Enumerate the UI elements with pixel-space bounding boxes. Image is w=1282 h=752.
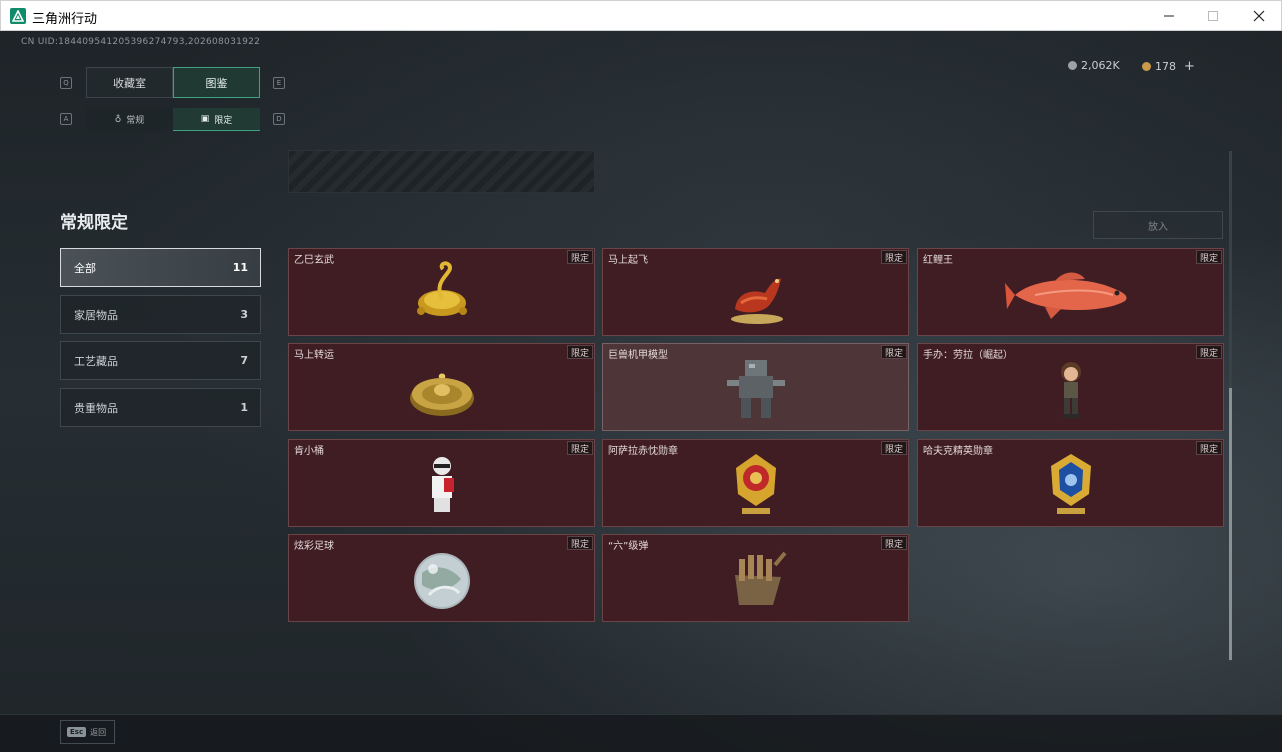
gold-coin-icon (1142, 62, 1151, 71)
tab-regular-label: 常规 (126, 116, 145, 126)
red-carp-icon (1004, 272, 1127, 319)
item-name: 马上起飞 (608, 255, 648, 266)
category-label: 工艺藏品 (74, 354, 118, 368)
gold-turtle-snake-icon (416, 261, 467, 316)
key-hint-e: E (273, 77, 285, 89)
silver-coin-icon (1068, 61, 1077, 70)
flame-icon: ♁ (114, 114, 122, 125)
limited-badge: 限定 (881, 345, 907, 359)
item-card[interactable]: 乙巳玄武 限定 (288, 248, 595, 336)
section-title: 常规限定 (60, 213, 128, 233)
item-card[interactable]: 马上起飞 限定 (602, 248, 909, 336)
category-count: 1 (240, 401, 248, 414)
window-title: 三角洲行动 (32, 12, 98, 27)
tab-catalog[interactable]: 图鉴 (173, 67, 260, 98)
category-label: 全部 (74, 261, 96, 275)
item-card[interactable]: “六”级弹 限定 (602, 534, 909, 622)
item-card[interactable]: 巨兽机甲模型 限定 (602, 343, 909, 431)
red-medal-icon (735, 454, 776, 514)
maximize-icon (1208, 11, 1218, 21)
key-hint-q: Q (60, 77, 72, 89)
minimize-icon (1164, 15, 1174, 17)
tab-regular[interactable]: ♁ 常规 (86, 108, 173, 131)
item-name: “六”级弹 (608, 541, 649, 552)
close-icon (1253, 10, 1265, 22)
category-all[interactable]: 全部 11 (60, 248, 261, 287)
currency-silver-value: 2,062K (1081, 59, 1120, 72)
scrollbar[interactable] (1229, 151, 1232, 661)
item-name: 肯小桶 (294, 446, 324, 457)
window-titlebar: 三角洲行动 (0, 0, 1282, 31)
item-name: 阿萨拉赤忱勋章 (608, 446, 678, 457)
item-name: 炫彩足球 (294, 541, 334, 552)
category-count: 3 (240, 308, 248, 321)
category-home[interactable]: 家居物品 3 (60, 295, 261, 334)
limited-badge: 限定 (1196, 441, 1222, 455)
frame-icon: ▣ (200, 114, 210, 124)
blue-medal-icon (1050, 454, 1091, 514)
item-card[interactable]: 马上转运 限定 (288, 343, 595, 431)
category-label: 贵重物品 (74, 401, 118, 415)
mech-model-icon (726, 360, 785, 418)
game-viewport: CN UID:18440954120539627479​3,2026080319… (0, 31, 1282, 752)
key-hint-a: A (60, 113, 72, 125)
currency-gold-value: 178 (1155, 60, 1176, 73)
close-button[interactable] (1236, 1, 1282, 31)
category-count: 11 (232, 261, 248, 274)
red-horse-icon (730, 278, 783, 324)
limited-badge: 限定 (881, 441, 907, 455)
item-name: 巨兽机甲模型 (608, 350, 668, 361)
tab-limited-label: 限定 (214, 115, 233, 126)
category-valuable[interactable]: 贵重物品 1 (60, 388, 261, 427)
maximize-button[interactable] (1190, 1, 1236, 31)
limited-badge: 限定 (1196, 345, 1222, 359)
figure-lara-icon (1060, 362, 1081, 418)
tab-limited[interactable]: ▣ 限定 (173, 108, 260, 131)
category-label: 家居物品 (74, 308, 118, 322)
bullet-hand-icon (734, 551, 787, 605)
item-card[interactable]: 红鲤王 限定 (917, 248, 1224, 336)
item-name: 乙巳玄武 (294, 255, 334, 266)
item-name: 哈夫克精英勋章 (923, 446, 993, 457)
item-card[interactable]: 炫彩足球 限定 (288, 534, 595, 622)
scrollbar-thumb[interactable] (1229, 388, 1232, 660)
item-card[interactable]: 阿萨拉赤忱勋章 限定 (602, 439, 909, 527)
hatched-banner (288, 150, 595, 193)
minimize-button[interactable] (1146, 1, 1192, 31)
put-in-button[interactable]: 放入 (1093, 211, 1223, 239)
iridescent-ball-icon (413, 553, 470, 609)
currency-silver: 2,062K (1068, 59, 1120, 72)
tab-collection-room[interactable]: 收藏室 (86, 67, 173, 98)
item-name: 手办：劳拉（崛起） (923, 350, 1013, 361)
back-button[interactable]: Esc 返回 (60, 720, 115, 744)
limited-badge: 限定 (567, 250, 593, 264)
limited-badge: 限定 (881, 536, 907, 550)
limited-badge: 限定 (1196, 250, 1222, 264)
gold-disc-icon (409, 373, 474, 416)
add-currency-button[interactable]: + (1184, 59, 1195, 74)
user-id-text: CN UID:18440954120539627479​3,2026080319… (21, 37, 261, 47)
limited-badge: 限定 (567, 441, 593, 455)
app-logo-icon (10, 8, 26, 24)
bucket-figure-icon (431, 457, 454, 512)
currency-gold: 178 + (1142, 59, 1195, 74)
limited-badge: 限定 (567, 345, 593, 359)
item-name: 马上转运 (294, 350, 334, 361)
item-name: 红鲤王 (923, 255, 953, 266)
bottom-bar: Esc 返回 (0, 714, 1282, 752)
esc-key-hint: Esc (67, 727, 87, 737)
key-hint-d: D (273, 113, 285, 125)
limited-badge: 限定 (567, 536, 593, 550)
category-count: 7 (240, 354, 248, 367)
item-card[interactable]: 肯小桶 限定 (288, 439, 595, 527)
item-card[interactable]: 哈夫克精英勋章 限定 (917, 439, 1224, 527)
limited-badge: 限定 (881, 250, 907, 264)
item-card[interactable]: 手办：劳拉（崛起） 限定 (917, 343, 1224, 431)
category-craft[interactable]: 工艺藏品 7 (60, 341, 261, 380)
back-label: 返回 (90, 727, 107, 737)
